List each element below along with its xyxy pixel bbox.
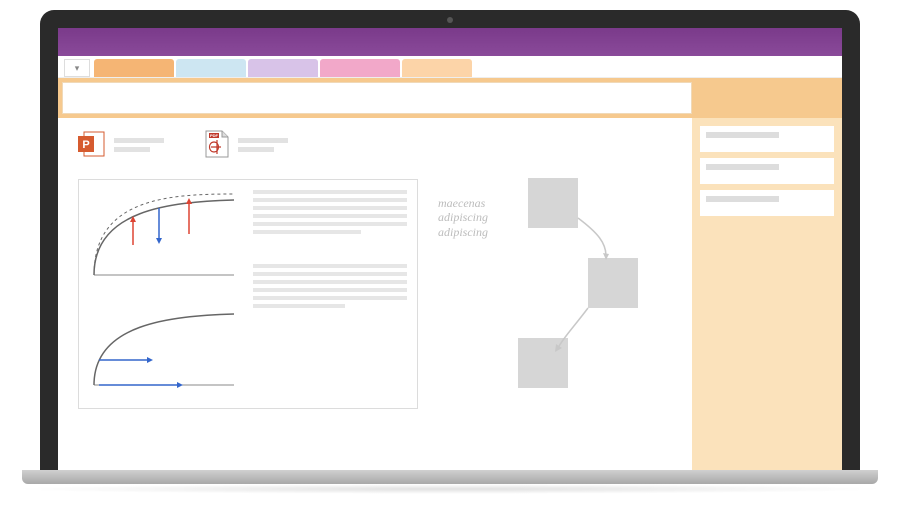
doc-text-column — [253, 190, 407, 398]
pages-panel — [692, 118, 842, 470]
page-title-placeholder — [706, 196, 779, 202]
attachments-row: P — [78, 130, 672, 163]
page-title-placeholder — [706, 164, 779, 170]
attachment-powerpoint[interactable]: P — [78, 130, 164, 163]
chevron-down-icon: ▾ — [75, 63, 80, 74]
page-item[interactable] — [700, 126, 834, 152]
curve-figure-2 — [89, 300, 239, 390]
embedded-document[interactable] — [78, 179, 418, 409]
pdf-icon: PDF — [204, 130, 230, 163]
svg-text:P: P — [82, 139, 89, 151]
laptop-shadow — [10, 484, 890, 494]
section-tab[interactable] — [176, 59, 246, 77]
attachment-pdf[interactable]: PDF — [204, 130, 288, 163]
attachment-label — [114, 138, 164, 156]
ribbon-side — [692, 78, 842, 118]
ribbon-bar — [58, 78, 842, 118]
attachment-label — [238, 138, 288, 156]
section-tab[interactable] — [402, 59, 472, 77]
flow-diagram — [488, 178, 688, 408]
page-item[interactable] — [700, 158, 834, 184]
laptop-base — [22, 470, 878, 484]
powerpoint-icon: P — [78, 130, 106, 163]
section-tab[interactable] — [94, 59, 174, 77]
title-bar — [58, 28, 842, 56]
doc-paragraph — [253, 190, 407, 234]
page-title-placeholder — [706, 132, 779, 138]
section-tabs-row: ▾ — [58, 56, 842, 78]
page-item[interactable] — [700, 190, 834, 216]
content-area: P — [58, 118, 842, 470]
svg-text:PDF: PDF — [210, 133, 219, 138]
doc-figures-column — [89, 190, 239, 398]
section-tab[interactable] — [248, 59, 318, 77]
app-screen: ▾ P — [58, 28, 842, 470]
section-tab[interactable] — [320, 59, 400, 77]
laptop-frame: ▾ P — [40, 10, 860, 470]
ribbon-content — [62, 82, 692, 114]
note-canvas[interactable]: P — [58, 118, 692, 470]
curve-figure-1 — [89, 190, 239, 280]
notebook-dropdown-button[interactable]: ▾ — [64, 59, 90, 77]
flow-arrows — [488, 178, 688, 408]
doc-paragraph — [253, 264, 407, 308]
webcam-dot — [447, 17, 453, 23]
